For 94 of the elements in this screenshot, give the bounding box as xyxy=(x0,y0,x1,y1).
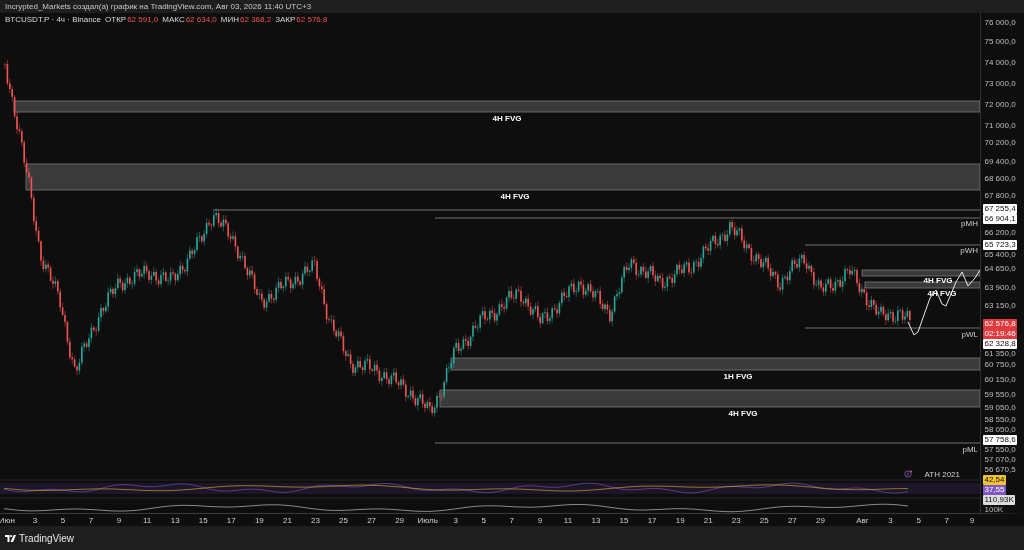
time-label: 27 xyxy=(367,515,377,525)
price-label: 64 650,0 xyxy=(983,264,1017,274)
time-label: 27 xyxy=(787,515,797,525)
price-label: 59 550,0 xyxy=(983,390,1017,400)
time-label: 19 xyxy=(675,515,685,525)
price-label: 65 723,3 xyxy=(983,240,1018,250)
price-label: 37,55 xyxy=(983,485,1007,495)
price-label: 76 000,0 xyxy=(983,18,1017,28)
symbol-title: BTCUSDT.P · 4ч · Binance xyxy=(5,15,102,24)
price-label: 67 255,4 xyxy=(983,204,1018,214)
price-label: 74 000,0 xyxy=(983,58,1017,68)
price-label: 59 050,0 xyxy=(983,403,1017,413)
time-label: 13 xyxy=(591,515,601,525)
price-label: 70 200,0 xyxy=(983,138,1017,148)
price-label: 65 400,0 xyxy=(983,250,1017,260)
level-label: pML xyxy=(962,445,978,454)
price-label: 63 150,0 xyxy=(983,301,1017,311)
time-label: 9 xyxy=(969,515,975,525)
time-label: 19 xyxy=(254,515,264,525)
price-label: 67 800,0 xyxy=(983,191,1017,201)
time-label: Июль xyxy=(417,515,438,525)
time-label: 21 xyxy=(282,515,292,525)
zone-label: 1H FVG xyxy=(723,372,753,381)
price-label: 58 550,0 xyxy=(983,415,1017,425)
price-label: 73 000,0 xyxy=(983,79,1017,89)
price-label: 66 200,0 xyxy=(983,228,1017,238)
price-label: 57 758,6 xyxy=(983,435,1018,445)
price-label: 71 000,0 xyxy=(983,121,1017,131)
time-label: 7 xyxy=(944,515,949,525)
time-label: 23 xyxy=(731,515,741,525)
stat-label: ЗАКР xyxy=(275,15,296,24)
stat-value: 62 368,2 xyxy=(240,15,272,24)
time-label: 17 xyxy=(647,515,657,525)
zone-label: 4H FVG xyxy=(728,409,758,418)
time-label: 29 xyxy=(815,515,825,525)
price-label: 56 670,5 xyxy=(983,465,1017,475)
stat-value: 62 634,0 xyxy=(185,15,217,24)
zone-label: 4H FVG xyxy=(923,276,953,285)
stat-label: МИН xyxy=(220,15,239,24)
time-label: 25 xyxy=(339,515,348,525)
time-label: 5 xyxy=(60,515,66,525)
time-label: 25 xyxy=(759,515,769,525)
price-label: 60 750,0 xyxy=(983,360,1017,370)
time-label: 17 xyxy=(226,515,236,525)
stat-value: 62 576,8 xyxy=(296,15,328,24)
brand-name: TradingView xyxy=(19,532,75,544)
time-label: 9 xyxy=(116,515,122,525)
price-label: 69 400,0 xyxy=(983,157,1017,167)
level-label: pMH xyxy=(961,219,978,228)
price-label: 62 328,8 xyxy=(983,339,1018,349)
time-label: 7 xyxy=(88,515,94,525)
price-label: 66 904,1 xyxy=(983,214,1018,224)
time-label: 15 xyxy=(198,515,208,525)
time-label: Июн xyxy=(0,515,15,525)
time-label: 7 xyxy=(509,515,515,525)
time-label: 3 xyxy=(888,515,893,525)
time-label: 5 xyxy=(481,515,486,525)
price-label: 02:19:46 xyxy=(983,329,1018,339)
price-label: 60 150,0 xyxy=(983,375,1017,385)
price-label: 100K xyxy=(983,505,1005,515)
alert-icon xyxy=(904,470,912,478)
time-label: 21 xyxy=(703,515,713,525)
stat-label: МАКС xyxy=(162,15,185,24)
time-label: 23 xyxy=(311,515,320,525)
zone-label: 4H FVG xyxy=(500,192,530,201)
time-label: 29 xyxy=(395,515,405,525)
zone-label: 4H FVG xyxy=(492,114,522,123)
price-label: 68 600,0 xyxy=(983,174,1017,184)
price-label: 110,93K xyxy=(983,495,1016,505)
price-label: 63 900,0 xyxy=(983,283,1017,293)
stat-value: 62 591,0 xyxy=(127,15,159,24)
price-label: 42,54 xyxy=(983,475,1007,485)
time-label: 11 xyxy=(143,515,152,525)
level-label: pWH xyxy=(960,246,978,255)
stat-label: ОТКР xyxy=(105,15,127,24)
chart-caption: Incrypted_Markets создал(а) график на TradingView.com, Авг 03, 2026 11:40 UTC+3 xyxy=(5,2,312,11)
price-label: 72 000,0 xyxy=(983,100,1017,110)
price-label: 62 576,8 xyxy=(983,319,1018,329)
time-label: 11 xyxy=(563,515,573,525)
time-label: Авг xyxy=(856,515,869,525)
level-label: pWL xyxy=(961,330,978,339)
price-label: 61 350,0 xyxy=(983,349,1017,359)
price-label: 75 000,0 xyxy=(983,37,1017,47)
time-label: 5 xyxy=(916,515,921,525)
time-label: 13 xyxy=(170,515,180,525)
time-label: 9 xyxy=(537,515,543,525)
price-label: 57 550,0 xyxy=(983,445,1017,455)
annotation-label: ATH 2021 xyxy=(924,470,960,479)
time-label: 3 xyxy=(453,515,458,525)
time-label: 15 xyxy=(619,515,629,525)
logo-icon xyxy=(5,534,16,542)
price-label: 57 070,0 xyxy=(983,455,1017,465)
time-label: 3 xyxy=(32,515,38,525)
price-label: 58 050,0 xyxy=(983,425,1017,435)
